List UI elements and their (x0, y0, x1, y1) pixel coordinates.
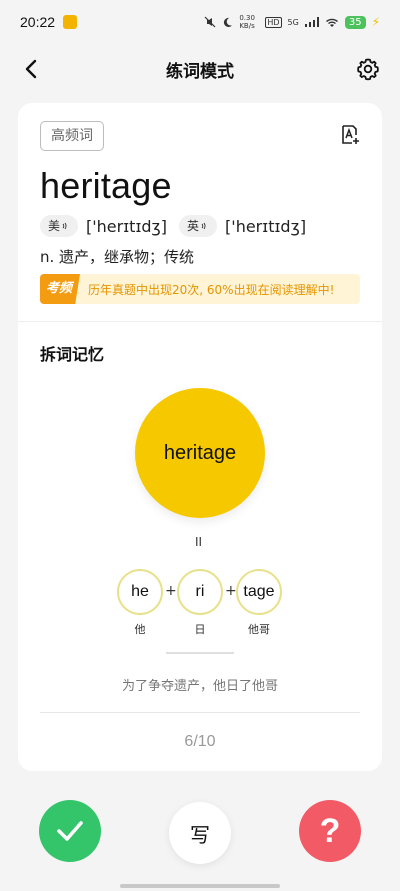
speaker-icon (62, 222, 67, 230)
uk-pronounce-button[interactable]: 英 (179, 215, 218, 237)
add-word-icon (342, 125, 359, 144)
us-phonetic: ['herɪtɪdʒ] (86, 216, 168, 236)
signal-icon (304, 17, 319, 27)
us-pronounce-button[interactable]: 美 (40, 215, 79, 237)
phonetics-row: 美 ['herɪtɪdʒ] 英 ['herɪtɪdʒ] (40, 215, 318, 237)
exam-text: 历年真题中出现20次, 60%出现在阅读理解中! (88, 282, 335, 297)
uk-phonetic: ['herɪtɪdʒ] (225, 216, 307, 236)
full-word: heritage (163, 441, 237, 464)
word-card: 高频词 heritage 美 ['herɪtɪdʒ] 英 ['herɪtɪdʒ]… (18, 103, 382, 771)
part-note: 他哥 (248, 623, 270, 636)
word-part: tage 他哥 (236, 569, 282, 637)
part-note: 他 (134, 623, 146, 636)
equals-sign: II (195, 535, 203, 549)
underline-divider (166, 652, 234, 654)
divider (40, 712, 360, 713)
plus-sign: + (165, 583, 177, 599)
mnemonic-text: 为了争夺遗产，他日了他哥 (121, 679, 278, 694)
nav-bar: 练词模式 (0, 44, 400, 94)
mute-icon (204, 16, 216, 28)
exam-frequency-banner: 考频 历年真题中出现20次, 60%出现在阅读理解中! (40, 274, 360, 304)
settings-button[interactable] (354, 55, 382, 83)
wifi-icon (325, 18, 338, 27)
part-note: 日 (194, 623, 206, 636)
definition: n. 遗产，继承物；传统 (40, 248, 195, 266)
status-icons: 0.30 KB/s HD 5G 35 ⚡ (204, 14, 380, 30)
part-circle: tage (236, 569, 282, 615)
gear-icon (357, 58, 379, 81)
speaker-icon (201, 222, 206, 230)
progress-counter: 6/10 (184, 733, 216, 750)
hd-badge: HD (265, 16, 282, 28)
unknown-button[interactable]: ? (299, 800, 361, 862)
add-to-notebook-button[interactable] (338, 123, 362, 147)
app-notification-icon (63, 15, 78, 29)
know-button[interactable] (39, 800, 101, 862)
uk-label: 英 (187, 219, 200, 233)
net-speed: 0.30 KB/s (239, 14, 255, 30)
moon-icon (224, 17, 233, 27)
battery-indicator: 35 (344, 15, 366, 29)
divider (18, 321, 382, 322)
status-bar: 20:22 0.30 KB/s HD 5G 35 ⚡ (0, 0, 400, 44)
part-circle: ri (177, 569, 223, 615)
exam-badge: 考频 (40, 274, 81, 304)
back-button[interactable] (18, 56, 44, 82)
section-title: 拆词记忆 (40, 345, 105, 364)
word-part: ri 日 (177, 569, 223, 637)
page-title: 练词模式 (166, 61, 234, 82)
full-word-circle: heritage (135, 388, 265, 518)
frequency-tag: 高频词 (40, 121, 104, 151)
home-indicator[interactable] (120, 884, 280, 888)
write-button[interactable]: 写 (169, 802, 231, 864)
part-circle: he (117, 569, 163, 615)
headword: heritage (40, 165, 172, 206)
word-part: he 他 (117, 569, 163, 637)
charging-icon: ⚡ (371, 15, 380, 29)
us-label: 美 (48, 219, 61, 233)
status-time: 20:22 (20, 14, 56, 30)
signal-label: 5G (287, 17, 299, 27)
check-icon (57, 821, 83, 841)
chevron-left-icon (25, 59, 37, 79)
word-parts: he 他 + ri 日 + tage 他哥 (18, 569, 382, 639)
plus-sign: + (225, 583, 237, 599)
